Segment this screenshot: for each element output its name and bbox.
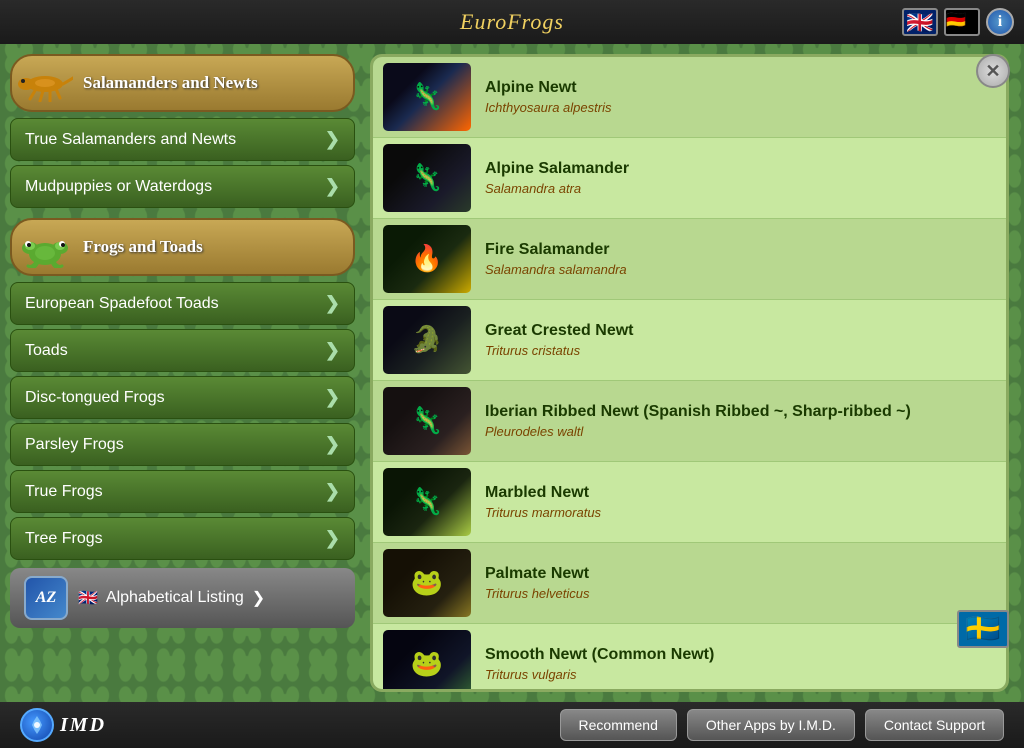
species-thumbnail: 🦎	[383, 387, 471, 455]
species-thumbnail: 🐸	[383, 549, 471, 617]
species-latin-name: Salamandra salamandra	[485, 262, 627, 277]
species-info: Alpine Salamander Salamandra atra	[485, 160, 629, 196]
salamander-icon	[18, 62, 73, 104]
species-latin-name: Triturus vulgaris	[485, 667, 714, 682]
species-common-name: Marbled Newt	[485, 484, 601, 502]
salamanders-section-label: Salamanders and Newts	[83, 73, 258, 93]
menu-item-tree-frogs[interactable]: Tree Frogs ❯	[10, 517, 355, 560]
species-thumbnail: 🦎	[383, 63, 471, 131]
species-list-item[interactable]: 🦎 Alpine Newt Ichthyosaura alpestris	[373, 57, 1006, 138]
species-info: Palmate Newt Triturus helveticus	[485, 565, 590, 601]
species-latin-name: Ichthyosaura alpestris	[485, 100, 611, 115]
arrow-icon: ❯	[325, 340, 340, 361]
menu-item-parsley[interactable]: Parsley Frogs ❯	[10, 423, 355, 466]
imd-text: IMD	[60, 714, 106, 737]
species-thumbnail: 🦎	[383, 144, 471, 212]
species-info: Marbled Newt Triturus marmoratus	[485, 484, 601, 520]
footer-bar: IMD Recommend Other Apps by I.M.D. Conta…	[0, 702, 1024, 748]
species-common-name: Palmate Newt	[485, 565, 590, 583]
arrow-icon: ❯	[325, 293, 340, 314]
app-title: EuroFrogs	[460, 9, 564, 35]
imd-logo-icon	[20, 708, 54, 742]
arrow-icon: ❯	[325, 129, 340, 150]
arrow-icon: ❯	[325, 481, 340, 502]
sweden-flag-badge: 🇸🇪	[957, 610, 1009, 648]
species-thumbnail: 🦎	[383, 468, 471, 536]
species-thumbnail: 🔥	[383, 225, 471, 293]
species-list-item[interactable]: 🐊 Great Crested Newt Triturus cristatus	[373, 300, 1006, 381]
species-thumbnail: 🐊	[383, 306, 471, 374]
species-latin-name: Triturus marmoratus	[485, 505, 601, 520]
species-latin-name: Pleurodeles waltl	[485, 424, 911, 439]
species-latin-name: Salamandra atra	[485, 181, 629, 196]
species-info: Alpine Newt Ichthyosaura alpestris	[485, 79, 611, 115]
salamanders-section-header[interactable]: Salamanders and Newts	[10, 54, 355, 112]
sidebar: Salamanders and Newts True Salamanders a…	[10, 44, 355, 702]
species-common-name: Alpine Newt	[485, 79, 611, 97]
info-button[interactable]: i	[986, 8, 1014, 36]
species-list-item[interactable]: 🦎 Marbled Newt Triturus marmoratus	[373, 462, 1006, 543]
frogs-section-label: Frogs and Toads	[83, 237, 203, 257]
other-apps-button[interactable]: Other Apps by I.M.D.	[687, 709, 855, 741]
menu-item-true-salamanders[interactable]: True Salamanders and Newts ❯	[10, 118, 355, 161]
recommend-button[interactable]: Recommend	[560, 709, 677, 741]
species-common-name: Fire Salamander	[485, 241, 627, 259]
menu-item-true-frogs[interactable]: True Frogs ❯	[10, 470, 355, 513]
footer-logo: IMD	[20, 708, 106, 742]
flag-de-icon[interactable]: 🇩🇪	[944, 8, 980, 36]
az-badge: AZ	[24, 576, 68, 620]
species-panel: 🦎 Alpine Newt Ichthyosaura alpestris 🦎 Alpin…	[370, 54, 1009, 692]
species-common-name: Alpine Salamander	[485, 160, 629, 178]
species-list-item[interactable]: 🔥 Fire Salamander Salamandra salamandra	[373, 219, 1006, 300]
arrow-icon: ❯	[325, 387, 340, 408]
species-info: Fire Salamander Salamandra salamandra	[485, 241, 627, 277]
species-info: Smooth Newt (Common Newt) Triturus vulgar…	[485, 646, 714, 682]
species-latin-name: Triturus helveticus	[485, 586, 590, 601]
arrow-icon: ❯	[325, 176, 340, 197]
species-thumbnail: 🐸	[383, 630, 471, 692]
menu-item-toads[interactable]: Toads ❯	[10, 329, 355, 372]
species-info: Great Crested Newt Triturus cristatus	[485, 322, 634, 358]
arrow-icon: ❯	[325, 434, 340, 455]
species-list-item[interactable]: 🦎 Alpine Salamander Salamandra atra	[373, 138, 1006, 219]
species-list-item[interactable]: 🐸 Palmate Newt Triturus helveticus	[373, 543, 1006, 624]
species-common-name: Smooth Newt (Common Newt)	[485, 646, 714, 664]
species-latin-name: Triturus cristatus	[485, 343, 634, 358]
menu-item-mudpuppies[interactable]: Mudpuppies or Waterdogs ❯	[10, 165, 355, 208]
menu-item-disc-tongued[interactable]: Disc-tongued Frogs ❯	[10, 376, 355, 419]
flag-uk-icon[interactable]: 🇬🇧	[902, 8, 938, 36]
contact-support-button[interactable]: Contact Support	[865, 709, 1004, 741]
menu-item-spadefoot[interactable]: European Spadefoot Toads ❯	[10, 282, 355, 325]
species-common-name: Iberian Ribbed Newt (Spanish Ribbed ~, S…	[485, 403, 911, 421]
header-icons: 🇬🇧 🇩🇪 i	[902, 8, 1014, 36]
header-bar: EuroFrogs 🇬🇧 🇩🇪 i	[0, 0, 1024, 44]
frog-icon	[18, 226, 73, 268]
species-list-item[interactable]: 🦎 Iberian Ribbed Newt (Spanish Ribbed ~, …	[373, 381, 1006, 462]
frogs-section-header[interactable]: Frogs and Toads	[10, 218, 355, 276]
species-list-item[interactable]: 🐸 Smooth Newt (Common Newt) Triturus vulga…	[373, 624, 1006, 692]
alphabetical-listing[interactable]: AZ 🇬🇧 Alphabetical Listing ❯	[10, 568, 355, 628]
arrow-icon: ❯	[325, 528, 340, 549]
species-common-name: Great Crested Newt	[485, 322, 634, 340]
footer-buttons: Recommend Other Apps by I.M.D. Contact S…	[560, 709, 1004, 741]
species-info: Iberian Ribbed Newt (Spanish Ribbed ~, S…	[485, 403, 911, 439]
close-button[interactable]: ✕	[976, 54, 1010, 88]
alpha-label: 🇬🇧 Alphabetical Listing ❯	[78, 588, 265, 608]
